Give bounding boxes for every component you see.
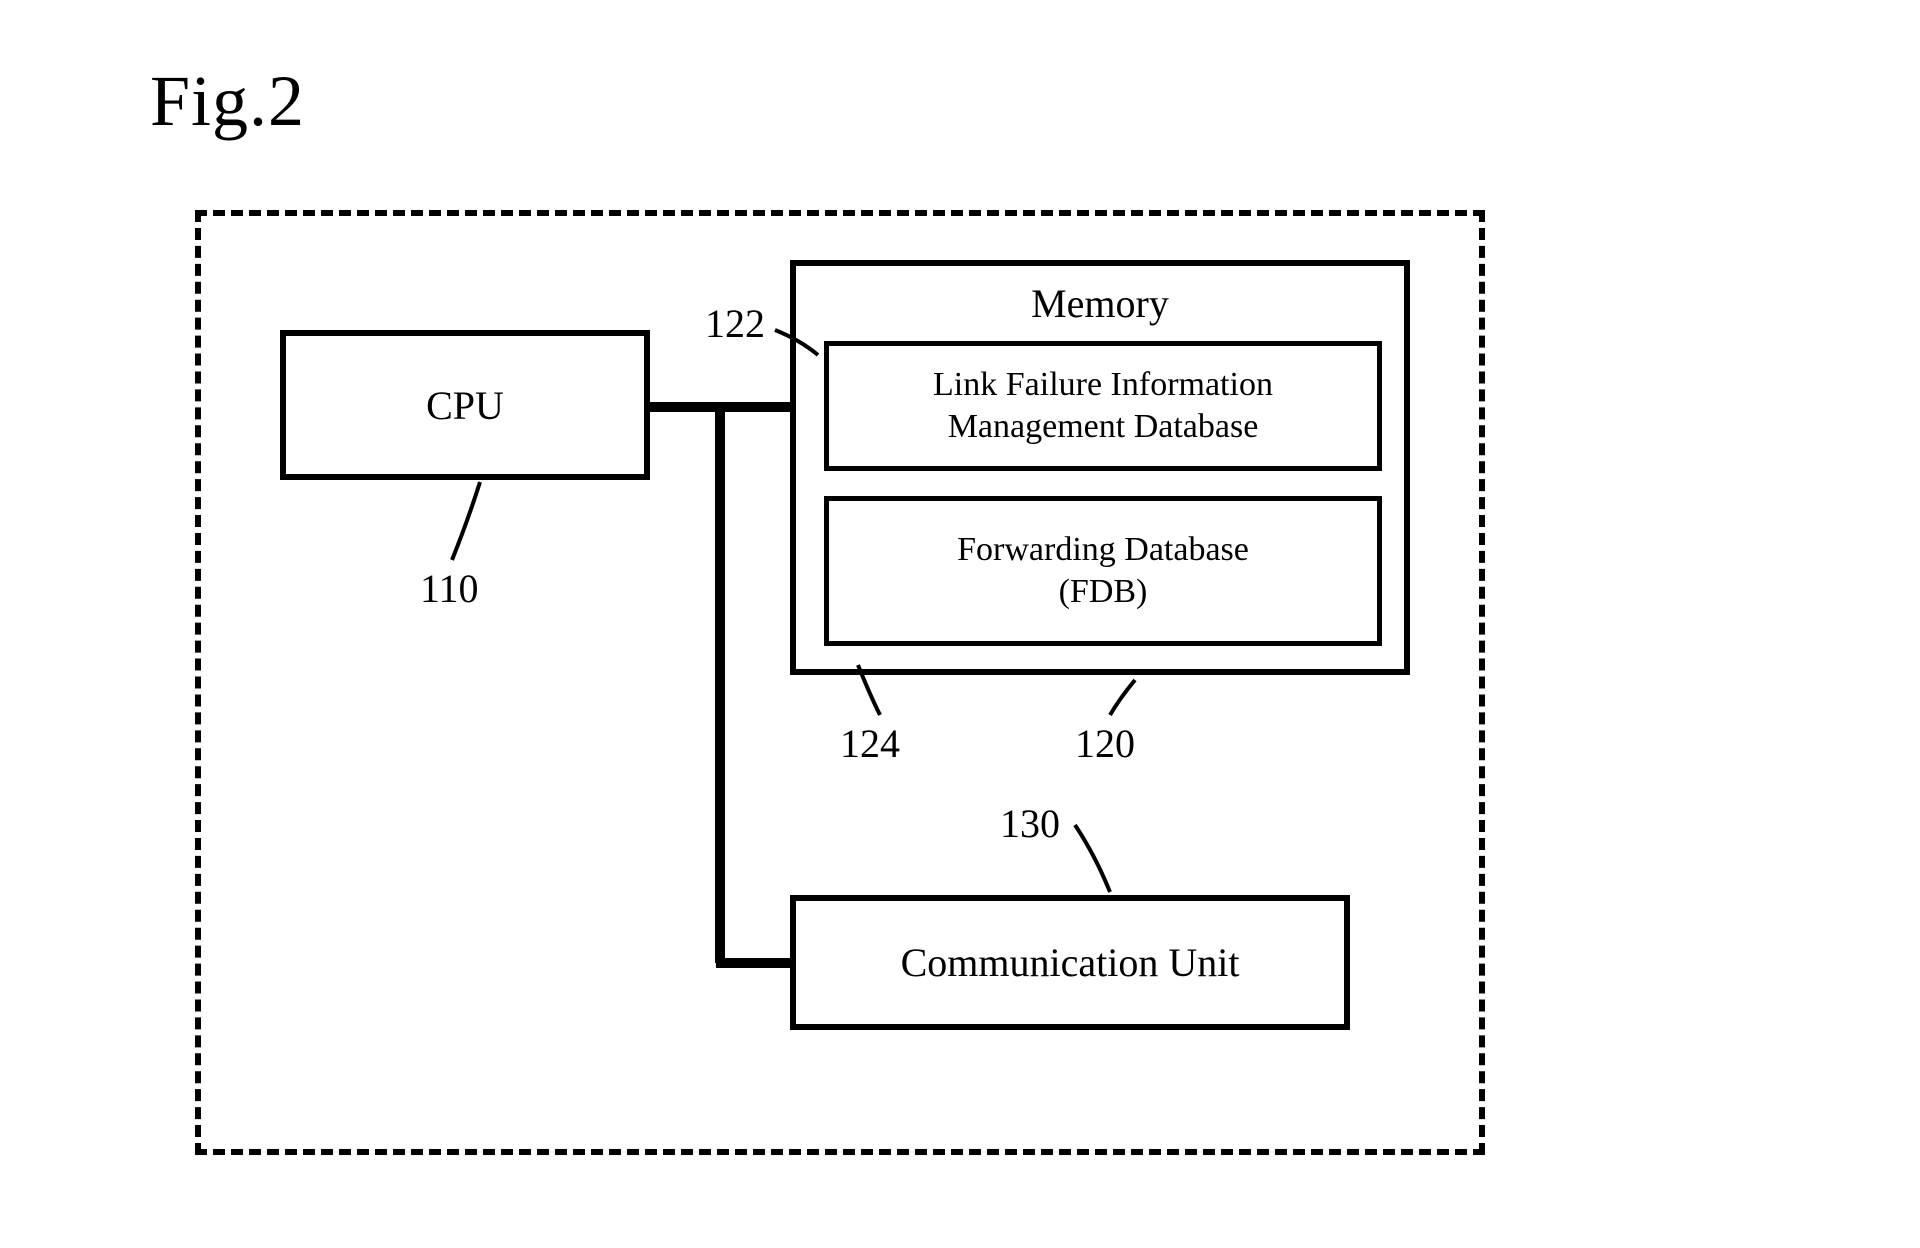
- communication-unit-block: Communication Unit: [790, 895, 1350, 1030]
- fdb-block: Forwarding Database (FDB): [824, 496, 1382, 646]
- ref-130: 130: [1000, 800, 1060, 847]
- ref-122: 122: [705, 300, 765, 347]
- ref-124: 124: [840, 720, 900, 767]
- link-failure-db-label-1: Link Failure Information: [933, 364, 1273, 407]
- figure-stage: Fig.2 CPU Memory Link Failure Informatio…: [0, 0, 1920, 1248]
- cpu-block: CPU: [280, 330, 650, 480]
- communication-unit-label: Communication Unit: [901, 939, 1240, 986]
- fdb-label-1: Forwarding Database: [957, 529, 1249, 572]
- figure-title: Fig.2: [150, 60, 305, 143]
- fdb-label-2: (FDB): [1059, 571, 1148, 614]
- cpu-label: CPU: [426, 382, 504, 429]
- ref-120: 120: [1075, 720, 1135, 767]
- link-failure-db-block: Link Failure Information Management Data…: [824, 341, 1382, 471]
- ref-110: 110: [420, 565, 479, 612]
- link-failure-db-label-2: Management Database: [948, 406, 1259, 449]
- memory-block: Memory Link Failure Information Manageme…: [790, 260, 1410, 675]
- memory-title: Memory: [796, 280, 1404, 327]
